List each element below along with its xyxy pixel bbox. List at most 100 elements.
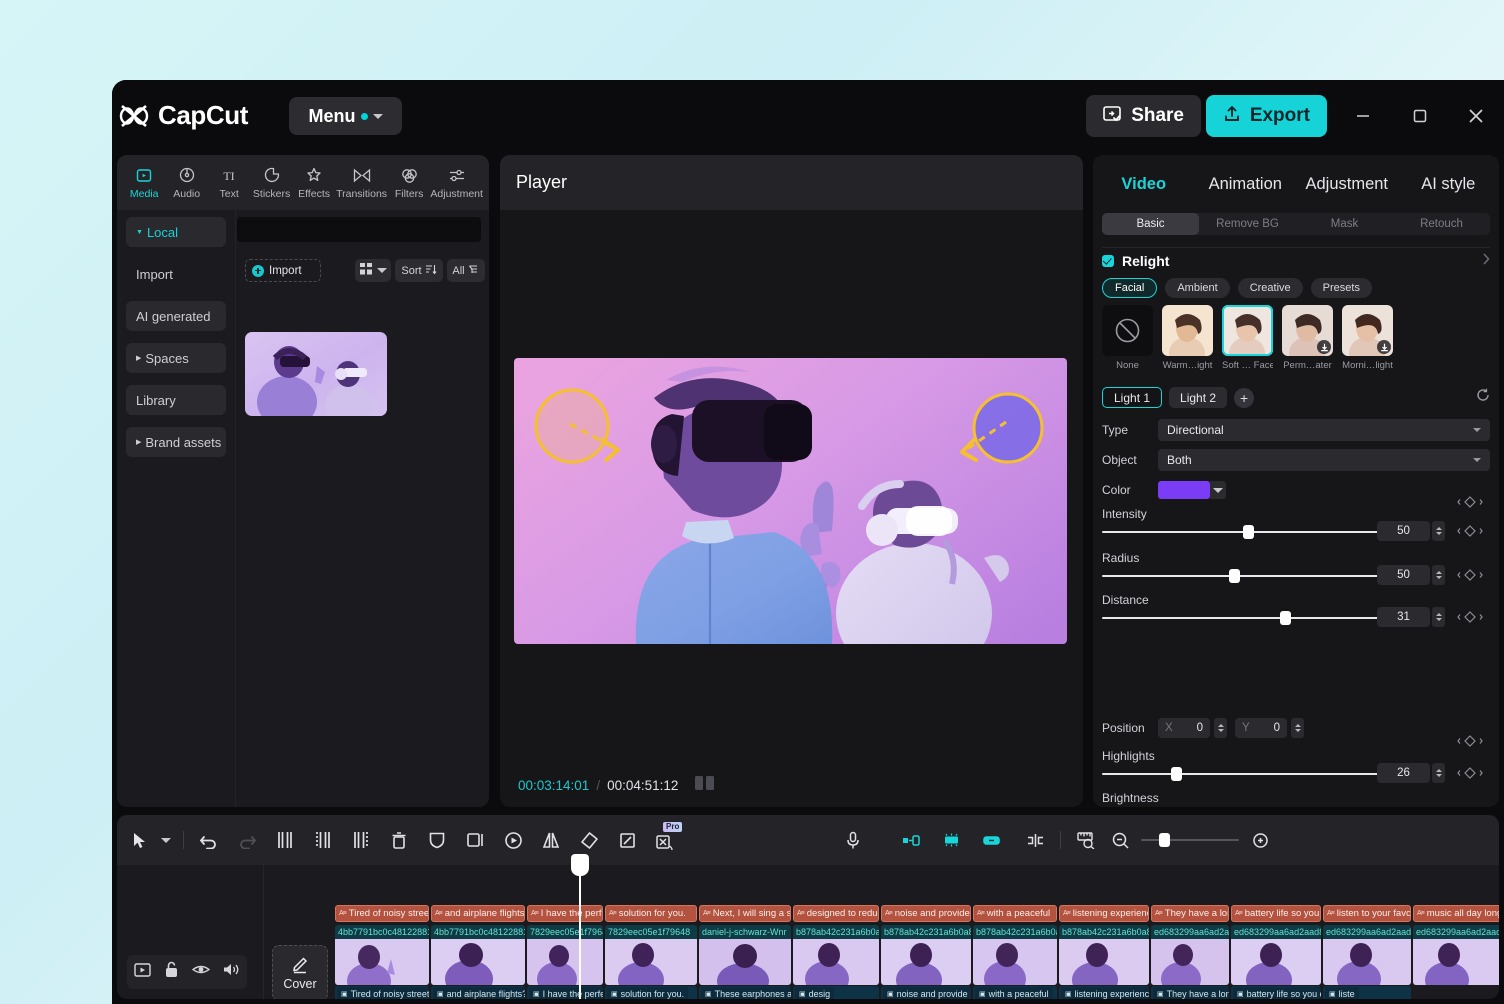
- nav-item-brand-assets[interactable]: ▶ Brand assets: [126, 427, 226, 457]
- split-right-button[interactable]: [342, 815, 380, 865]
- redo-button[interactable]: [228, 815, 266, 865]
- category-ambient[interactable]: Ambient: [1165, 278, 1230, 298]
- preset-none[interactable]: None: [1102, 305, 1153, 371]
- add-light-button[interactable]: +: [1234, 387, 1255, 408]
- tab-audio[interactable]: Audio: [165, 166, 207, 200]
- text-clip[interactable]: A≡ solution for you.: [605, 905, 697, 922]
- text-clip[interactable]: A≡ and airplane flights?: [431, 905, 525, 922]
- transition-button[interactable]: [936, 827, 966, 853]
- select-tool-button[interactable]: [125, 815, 155, 865]
- download-icon[interactable]: [1317, 340, 1331, 354]
- tab-adjustment[interactable]: Adjustment: [430, 166, 483, 200]
- relight-checkbox[interactable]: [1102, 255, 1114, 267]
- mirror-button[interactable]: [532, 815, 570, 865]
- tab-adjustment[interactable]: Adjustment: [1296, 175, 1398, 194]
- text-clip[interactable]: A≡They have a long: [1151, 905, 1229, 922]
- subtab-mask[interactable]: Mask: [1296, 213, 1393, 235]
- auto-cut-button[interactable]: Pro: [646, 815, 684, 865]
- light-2-chip[interactable]: Light 2: [1169, 387, 1228, 408]
- playhead[interactable]: [571, 854, 589, 999]
- text-clip[interactable]: A≡ noise and provide: [881, 905, 971, 922]
- tab-ai-style[interactable]: AI style: [1398, 175, 1500, 194]
- media-search-bar[interactable]: [237, 217, 481, 242]
- subtab-retouch[interactable]: Retouch: [1393, 213, 1490, 235]
- video-clip[interactable]: ed683299aa6ad2aad8b3: [1323, 925, 1411, 985]
- media-thumbnail[interactable]: [245, 332, 387, 416]
- highlights-knob[interactable]: [1171, 767, 1182, 781]
- audio-clip[interactable]: ▣ and airplane flights?: [431, 986, 525, 999]
- import-button[interactable]: Import: [245, 259, 321, 282]
- position-x-stepper[interactable]: [1214, 718, 1227, 738]
- video-clip[interactable]: b878ab42c231a6b0a8: [973, 925, 1057, 985]
- intensity-stepper[interactable]: [1432, 521, 1445, 541]
- tab-filters[interactable]: Filters: [388, 166, 430, 200]
- zoom-out-button[interactable]: [1105, 815, 1135, 865]
- radius-knob[interactable]: [1229, 569, 1240, 583]
- nav-item-library[interactable]: Library: [126, 385, 226, 415]
- zoom-in-button[interactable]: [1245, 815, 1275, 865]
- tab-transitions[interactable]: Transitions: [335, 166, 388, 200]
- category-creative[interactable]: Creative: [1237, 278, 1303, 298]
- video-preview[interactable]: [514, 358, 1067, 644]
- nav-item-import[interactable]: Import: [126, 259, 226, 289]
- radius-track[interactable]: [1102, 575, 1385, 577]
- preset-soft-face[interactable]: Soft … Face: [1222, 305, 1273, 371]
- keyframe-icon[interactable]: [1456, 522, 1484, 540]
- keyframe-button[interactable]: [494, 815, 532, 865]
- text-clip[interactable]: A≡ music all day long.: [1413, 905, 1499, 922]
- color-dropdown[interactable]: [1210, 481, 1226, 499]
- keyframe-icon[interactable]: [1456, 764, 1484, 782]
- audio-clip[interactable]: ▣ Tired of noisy streets: [335, 986, 429, 999]
- grid-view-button[interactable]: [355, 259, 391, 282]
- audio-clip[interactable]: ▣ These earphones ar: [699, 986, 791, 999]
- tab-animation[interactable]: Animation: [1195, 175, 1297, 194]
- audio-clip[interactable]: ▣ liste: [1323, 986, 1411, 999]
- preset-perm-water[interactable]: Perm…ater: [1282, 305, 1333, 371]
- volume-icon[interactable]: [223, 962, 240, 982]
- text-clip[interactable]: A≡I have the perfec: [527, 905, 603, 922]
- nav-item-ai-generated[interactable]: AI generated: [126, 301, 226, 331]
- fade-in-button[interactable]: [896, 827, 926, 853]
- video-clip[interactable]: b878ab42c231a6b0a8: [881, 925, 971, 985]
- audio-clip[interactable]: ▣ listening experienc: [1059, 986, 1149, 999]
- tab-text[interactable]: TI Text: [208, 166, 250, 200]
- keyframe-icon[interactable]: [1456, 732, 1484, 750]
- tool-dropdown-button[interactable]: [155, 815, 177, 865]
- playhead-handle[interactable]: [571, 854, 589, 876]
- close-button[interactable]: [1460, 100, 1492, 132]
- video-clip[interactable]: 4bb7791bc0c481228811f4e: [335, 925, 429, 985]
- tab-stickers[interactable]: Stickers: [250, 166, 292, 200]
- video-clip[interactable]: ed683299aa6ad2aad8b3: [1413, 925, 1499, 985]
- link-button[interactable]: [976, 827, 1006, 853]
- audio-clip[interactable]: ▣ battery life so you ca: [1231, 986, 1321, 999]
- audio-clip[interactable]: ▣ solution for you.: [605, 986, 697, 999]
- video-clip[interactable]: ed683299aa6ad2aad8b3: [1231, 925, 1321, 985]
- record-button[interactable]: [834, 815, 872, 865]
- tab-video[interactable]: Video: [1093, 175, 1195, 194]
- crop-button[interactable]: [608, 815, 646, 865]
- highlights-value[interactable]: 26: [1377, 763, 1430, 783]
- preview-icon[interactable]: [133, 962, 151, 982]
- reset-icon[interactable]: [1476, 388, 1490, 407]
- chevron-right-icon[interactable]: [1482, 252, 1490, 270]
- video-clip[interactable]: b878ab42c231a6b0a8: [793, 925, 879, 985]
- subtab-basic[interactable]: Basic: [1102, 213, 1199, 235]
- nav-item-local[interactable]: ▼ Local: [126, 217, 226, 247]
- ruler-button[interactable]: [1067, 815, 1105, 865]
- type-select[interactable]: Directional: [1158, 419, 1490, 441]
- export-button[interactable]: Export: [1205, 95, 1327, 137]
- video-clip[interactable]: 4bb7791bc0c481228811f4e: [431, 925, 525, 985]
- eye-icon[interactable]: [191, 963, 211, 981]
- minimize-button[interactable]: [1347, 100, 1379, 132]
- nav-item-spaces[interactable]: ▶ Spaces: [126, 343, 226, 373]
- download-icon[interactable]: [1377, 340, 1391, 354]
- tab-media[interactable]: Media: [123, 166, 165, 200]
- keyframe-icon[interactable]: [1456, 566, 1484, 584]
- distance-knob[interactable]: [1280, 611, 1291, 625]
- share-button[interactable]: Share: [1086, 95, 1201, 137]
- undo-button[interactable]: [190, 815, 228, 865]
- position-y-field[interactable]: Y 0: [1235, 718, 1287, 738]
- text-clip[interactable]: A≡ Tired of noisy streets: [335, 905, 429, 922]
- distance-stepper[interactable]: [1432, 607, 1445, 627]
- delete-button[interactable]: [380, 815, 418, 865]
